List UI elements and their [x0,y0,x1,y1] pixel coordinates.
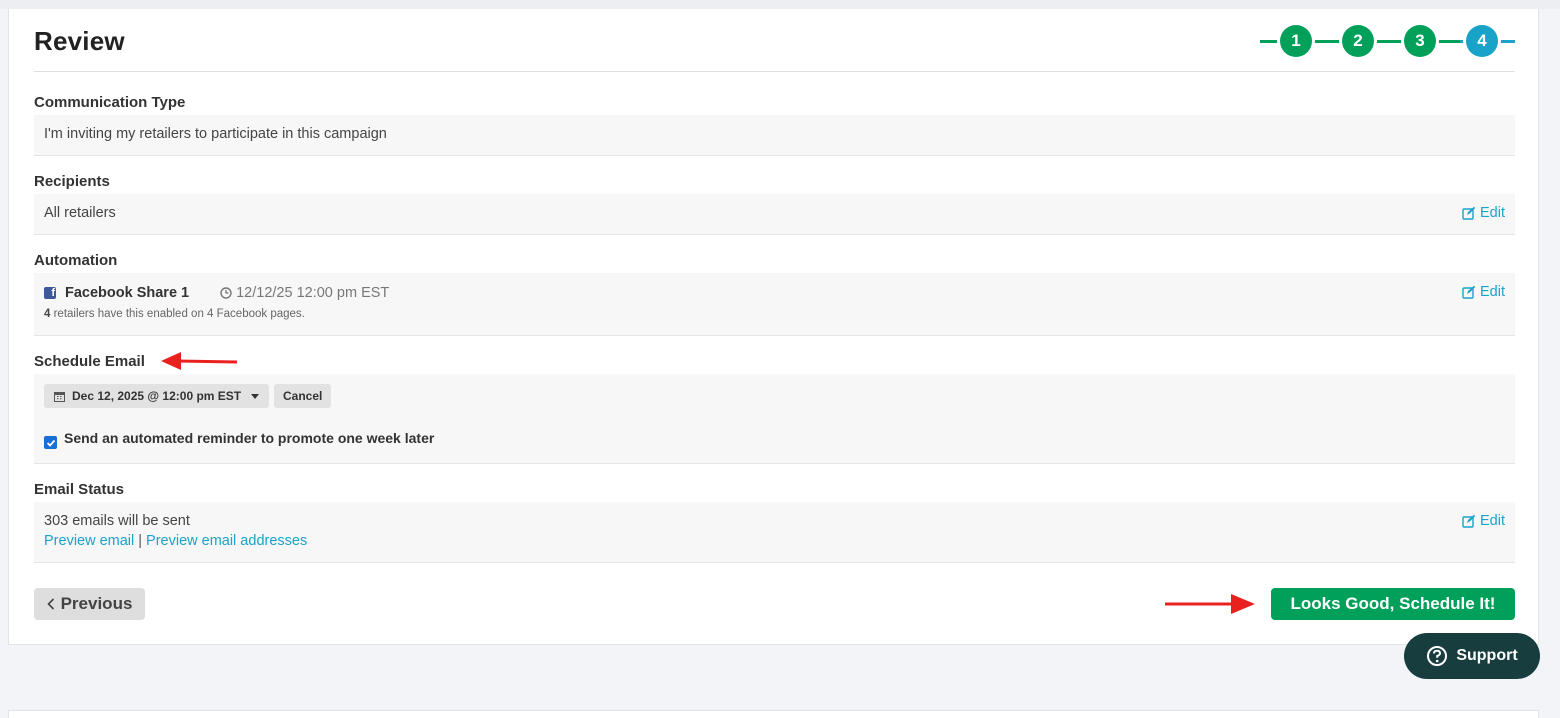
previous-label: Previous [60,594,133,613]
communication-type-value: I'm inviting my retailers to participate… [44,126,387,142]
schedule-email-box: Dec 12, 2025 @ 12:00 pm EST Cancel Send … [34,374,1515,464]
automation-note-text: retailers have this enabled on 4 Faceboo… [50,308,305,320]
chevron-left-icon [46,598,54,610]
reminder-label[interactable]: Send an automated reminder to promote on… [64,430,434,446]
automation-note: 4 retailers have this enabled on 4 Faceb… [44,308,305,320]
communication-type-box: I'm inviting my retailers to participate… [34,115,1515,156]
automation-row: f Facebook Share 1 12/12/25 12:00 pm EST [44,285,389,301]
email-status-edit-label: Edit [1480,513,1505,529]
step-progress: 1 2 3 4 [1260,25,1515,57]
recipients-edit-link[interactable]: Edit [1462,205,1505,221]
link-separator: | [138,533,143,549]
review-card: Review 1 2 3 4 Communication Type I'm in… [8,9,1539,645]
step-4-current[interactable]: 4 [1466,25,1498,57]
preview-email-addresses-link[interactable]: Preview email addresses [146,533,307,549]
schedule-email-label: Schedule Email [34,353,145,370]
annotation-arrow-left [161,352,238,370]
edit-icon [1462,514,1476,528]
automation-name: Facebook Share 1 [65,285,190,301]
automation-datetime: 12/12/25 12:00 pm EST [236,285,390,301]
page-title: Review [34,26,125,56]
schedule-date-dropdown[interactable]: Dec 12, 2025 @ 12:00 pm EST [44,384,270,408]
communication-type-label: Communication Type [34,94,186,111]
email-status-box: 303 emails will be sent Preview email | Pr… [34,502,1515,563]
support-label: Support [1456,647,1518,664]
automation-label: Automation [34,252,118,269]
step-1[interactable]: 1 [1280,25,1312,57]
recipients-edit-label: Edit [1480,205,1505,221]
recipients-value: All retailers [44,205,116,221]
preview-email-link[interactable]: Preview email [44,533,134,549]
email-status-label: Email Status [34,481,125,498]
step-3[interactable]: 3 [1404,25,1436,57]
recipients-box: All retailers Edit [34,194,1515,235]
automation-box: f Facebook Share 1 12/12/25 12:00 pm EST… [34,273,1515,336]
checkmark-icon [46,439,55,447]
email-preview-links: Preview email | Preview email addresses [44,533,307,549]
clock-icon [220,287,232,299]
bottom-card [8,710,1539,718]
edit-icon [1462,285,1476,299]
facebook-icon: f [44,287,56,299]
email-status-value: 303 emails will be sent [44,513,190,529]
previous-button[interactable]: Previous [34,588,145,620]
recipients-label: Recipients [34,173,110,190]
question-circle-icon [1427,646,1448,666]
reminder-checkbox[interactable] [44,436,57,449]
schedule-date-value: Dec 12, 2025 @ 12:00 pm EST [72,389,242,403]
reminder-row: Send an automated reminder to promote on… [44,430,434,449]
annotation-arrow-right [1165,594,1255,614]
automation-edit-label: Edit [1480,284,1505,300]
email-status-edit-link[interactable]: Edit [1462,513,1505,529]
support-button[interactable]: Support [1404,633,1540,679]
review-header: Review 1 2 3 4 [34,9,1515,72]
automation-edit-link[interactable]: Edit [1462,284,1505,300]
step-2[interactable]: 2 [1342,25,1374,57]
schedule-it-button[interactable]: Looks Good, Schedule It! [1271,588,1515,620]
schedule-cancel-button[interactable]: Cancel [274,384,332,408]
calendar-icon [54,391,65,402]
top-bar [0,0,1560,9]
chevron-down-icon [251,393,260,399]
edit-icon [1462,206,1476,220]
